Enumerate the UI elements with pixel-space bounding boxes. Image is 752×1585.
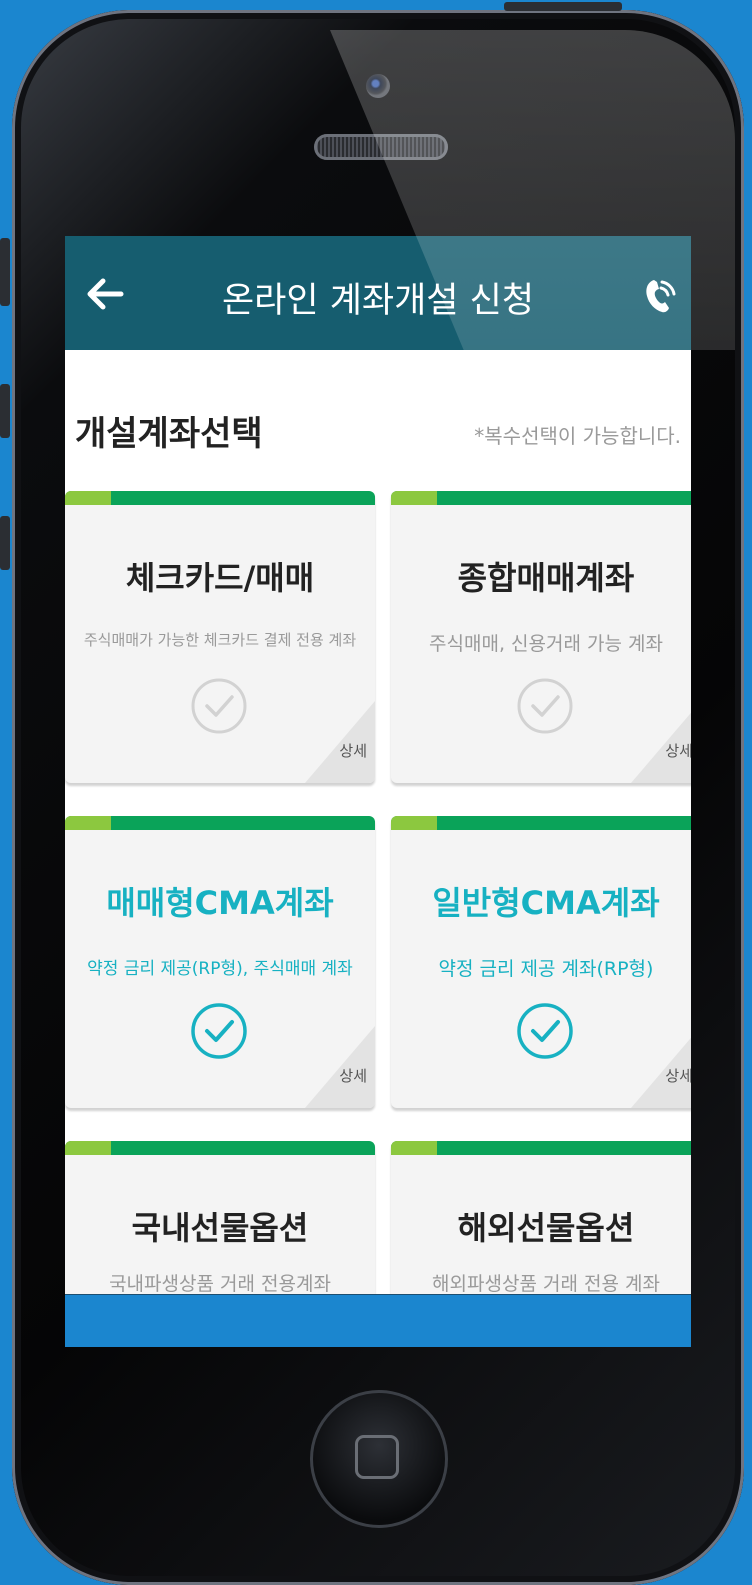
earpiece-speaker <box>314 134 448 160</box>
detail-link[interactable]: 상세 <box>339 1065 367 1086</box>
card-description: 주식매매, 신용거래 가능 계좌 <box>429 633 663 655</box>
account-card-trading-cma[interactable]: 매매형CMA계좌 약정 금리 제공(RP형), 주식매매 계좌 상세 <box>65 816 375 1108</box>
multi-select-note: *복수선택이 가능합니다. <box>474 424 681 448</box>
card-name: 일반형CMA계좌 <box>432 884 660 922</box>
home-button[interactable] <box>310 1390 448 1528</box>
card-top-accent <box>65 491 111 505</box>
front-camera <box>366 74 390 98</box>
card-top-bar <box>65 491 375 505</box>
card-top-bar <box>65 816 375 830</box>
mute-switch <box>0 238 10 306</box>
card-description: 약정 금리 제공 계좌(RP형) <box>438 958 654 980</box>
card-name: 종합매매계좌 <box>457 559 635 597</box>
page-title: 온라인 계좌개설 신청 <box>221 281 535 321</box>
card-name: 체크카드/매매 <box>125 559 315 597</box>
card-top-accent <box>65 1141 111 1155</box>
card-description: 국내파생상품 거래 전용계좌 <box>109 1273 331 1295</box>
account-card-check-card[interactable]: 체크카드/매매 주식매매가 가능한 체크카드 결제 전용 계좌 상세 <box>65 491 375 783</box>
card-description: 주식매매가 가능한 체크카드 결제 전용 계좌 <box>83 631 357 649</box>
detail-link[interactable]: 상세 <box>665 1065 691 1086</box>
checkmark-circle-icon[interactable] <box>516 1002 574 1060</box>
checkmark-circle-icon[interactable] <box>516 677 574 735</box>
account-card-general-cma[interactable]: 일반형CMA계좌 약정 금리 제공 계좌(RP형) 상세 <box>391 816 691 1108</box>
app-screen: 온라인 계좌개설 신청 개설계좌선택 *복수선택이 가능합니다. 체크카드/매매… <box>65 236 691 1347</box>
phone-icon[interactable] <box>640 276 680 316</box>
section-title: 개설계좌선택 <box>75 414 263 454</box>
card-name: 매매형CMA계좌 <box>106 884 334 922</box>
card-top-accent <box>391 816 437 830</box>
card-top-accent <box>391 1141 437 1155</box>
account-card-general-trading[interactable]: 종합매매계좌 주식매매, 신용거래 가능 계좌 상세 <box>391 491 691 783</box>
card-name: 국내선물옵션 <box>131 1209 309 1247</box>
card-description: 해외파생상품 거래 전용 계좌 <box>432 1273 660 1295</box>
detail-link[interactable]: 상세 <box>339 740 367 761</box>
checkmark-circle-icon[interactable] <box>190 1002 248 1060</box>
power-button <box>504 2 622 11</box>
card-top-accent <box>391 491 437 505</box>
volume-up-button <box>0 384 10 438</box>
detail-link[interactable]: 상세 <box>665 740 691 761</box>
card-top-accent <box>65 816 111 830</box>
card-description: 약정 금리 제공(RP형), 주식매매 계좌 <box>87 959 353 979</box>
card-name: 해외선물옵션 <box>457 1209 635 1247</box>
bottom-action-bar[interactable] <box>65 1294 691 1347</box>
home-square-icon <box>355 1435 399 1479</box>
volume-down-button <box>0 516 10 570</box>
header-bar: 온라인 계좌개설 신청 <box>65 236 691 350</box>
card-top-bar <box>65 1141 375 1155</box>
checkmark-circle-icon[interactable] <box>190 677 248 735</box>
